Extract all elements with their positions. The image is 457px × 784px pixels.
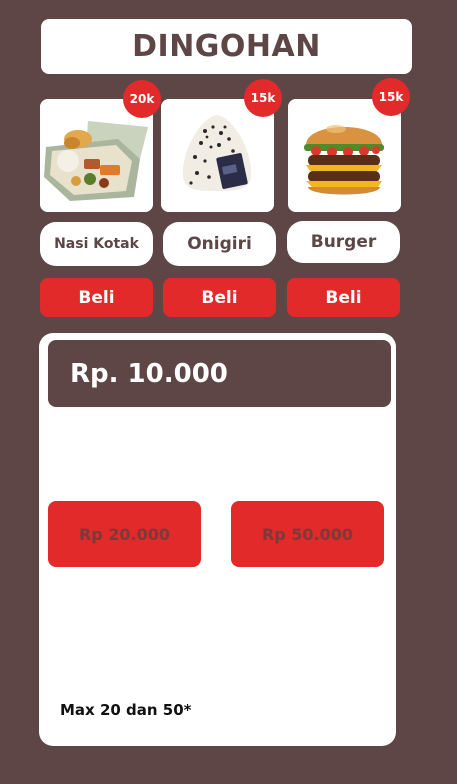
topup-button-20000[interactable]: Rp 20.000 [48, 501, 201, 567]
page-title: DINGOHAN [132, 29, 321, 64]
price-badge-nasi-kotak: 20k [123, 80, 161, 118]
buy-button-onigiri[interactable]: Beli [163, 278, 276, 317]
product-name-burger: Burger [287, 221, 400, 263]
page-title-box: DINGOHAN [41, 19, 412, 74]
wallet-panel: Rp. 10.000 Rp 20.000 Rp 50.000 Max 20 da… [39, 333, 396, 746]
price-badge-onigiri: 15k [244, 79, 282, 117]
product-name-onigiri: Onigiri [163, 222, 276, 266]
topup-note: Max 20 dan 50* [60, 701, 192, 719]
buy-button-burger[interactable]: Beli [287, 278, 400, 317]
buy-button-nasi-kotak[interactable]: Beli [40, 278, 153, 317]
product-name-nasi-kotak: Nasi Kotak [40, 222, 153, 266]
price-badge-burger: 15k [372, 78, 410, 116]
balance-display: Rp. 10.000 [48, 340, 391, 407]
topup-button-50000[interactable]: Rp 50.000 [231, 501, 384, 567]
product-card-burger[interactable] [288, 99, 401, 212]
burger-image [288, 99, 401, 212]
